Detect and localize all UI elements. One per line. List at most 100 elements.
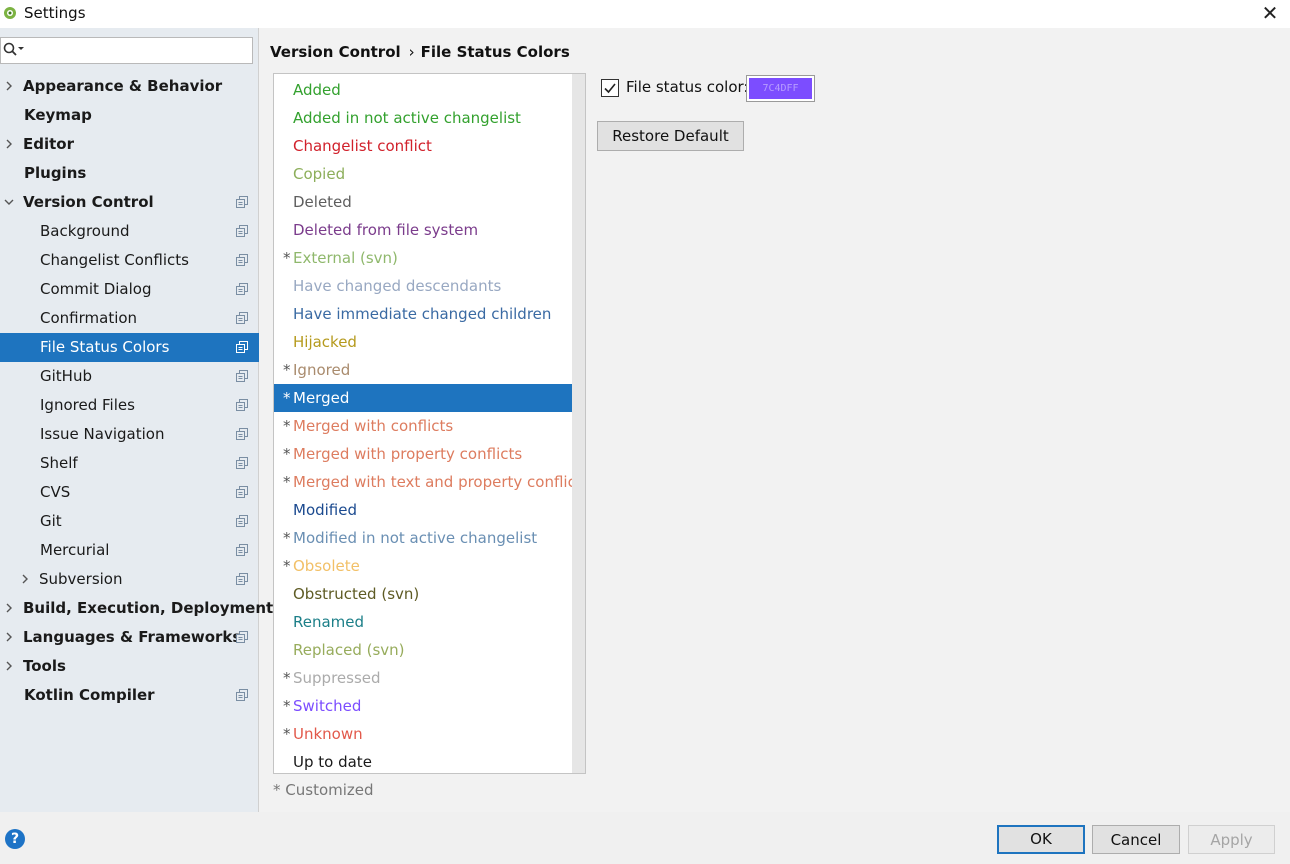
sidebar-item[interactable]: Keymap [0, 101, 259, 130]
status-list-item[interactable]: Deleted from file system [274, 216, 572, 244]
status-list-item[interactable]: Obstructed (svn) [274, 580, 572, 608]
apply-button[interactable]: Apply [1188, 825, 1275, 854]
sidebar-item[interactable]: Changelist Conflicts [0, 246, 259, 275]
sidebar-item[interactable]: File Status Colors [0, 333, 259, 362]
customized-marker: * [283, 697, 291, 715]
status-name: Added [293, 81, 341, 99]
status-list-item[interactable]: Changelist conflict [274, 132, 572, 160]
help-icon[interactable]: ? [5, 829, 25, 849]
sidebar-item[interactable]: Subversion [0, 565, 259, 594]
checkmark-icon [604, 83, 616, 94]
status-name: External (svn) [293, 249, 398, 267]
status-list-item[interactable]: * Merged with property conflicts [274, 440, 572, 468]
sidebar-item-label: GitHub [40, 367, 92, 385]
status-list-item[interactable]: Copied [274, 160, 572, 188]
breadcrumb: Version Control › File Status Colors [270, 43, 570, 61]
project-config-icon [236, 196, 248, 208]
sidebar-item-label: Changelist Conflicts [40, 251, 189, 269]
chevron-right-icon[interactable] [4, 81, 14, 91]
breadcrumb-parent[interactable]: Version Control [270, 43, 401, 61]
chevron-right-icon[interactable] [4, 661, 14, 671]
sidebar-item-label: Confirmation [40, 309, 138, 327]
status-list-item[interactable]: Deleted [274, 188, 572, 216]
customized-marker: * [283, 249, 291, 267]
project-config-icon [236, 544, 248, 556]
status-name: Unknown [293, 725, 363, 743]
file-status-list[interactable]: Added Added in not active changelist Chang… [273, 73, 586, 774]
status-name: Up to date [293, 753, 372, 771]
status-list-item[interactable]: * Switched [274, 692, 572, 720]
sidebar-item-label: Ignored Files [40, 396, 135, 414]
restore-default-button[interactable]: Restore Default [597, 121, 744, 151]
sidebar-item[interactable]: Plugins [0, 159, 259, 188]
sidebar-item[interactable]: GitHub [0, 362, 259, 391]
chevron-right-icon[interactable] [4, 632, 14, 642]
status-list-item[interactable]: * Suppressed [274, 664, 572, 692]
chevron-right-icon[interactable] [4, 603, 14, 613]
sidebar-item[interactable]: CVS [0, 478, 259, 507]
sidebar-item[interactable]: Appearance & Behavior [0, 72, 259, 101]
sidebar-item-label: Tools [23, 657, 66, 675]
status-name: Have immediate changed children [293, 305, 552, 323]
color-hex-value: 7C4DFF [749, 78, 812, 99]
sidebar-item[interactable]: Mercurial [0, 536, 259, 565]
sidebar-item-label: Editor [23, 135, 74, 153]
sidebar-item[interactable]: Git [0, 507, 259, 536]
search-icon [3, 42, 24, 56]
status-list-item[interactable]: Added in not active changelist [274, 104, 572, 132]
status-list-item[interactable]: Modified [274, 496, 572, 524]
color-picker-button[interactable]: 7C4DFF [746, 75, 815, 102]
status-list-item[interactable]: * Modified in not active changelist [274, 524, 572, 552]
status-list-item[interactable]: Replaced (svn) [274, 636, 572, 664]
status-list-item[interactable]: Have immediate changed children [274, 300, 572, 328]
chevron-down-icon[interactable] [4, 197, 14, 207]
sidebar-item[interactable]: Languages & Frameworks [0, 623, 259, 652]
sidebar-item-label: Issue Navigation [40, 425, 165, 443]
sidebar-item[interactable]: Shelf [0, 449, 259, 478]
sidebar-item[interactable]: Editor [0, 130, 259, 159]
status-list-item[interactable]: * Ignored [274, 356, 572, 384]
status-name: Merged with conflicts [293, 417, 454, 435]
search-input[interactable] [27, 40, 247, 61]
project-config-icon [236, 428, 248, 440]
sidebar-item-label: CVS [40, 483, 71, 501]
status-list-item[interactable]: Hijacked [274, 328, 572, 356]
cancel-button[interactable]: Cancel [1092, 825, 1180, 854]
status-list-item[interactable]: * Obsolete [274, 552, 572, 580]
sidebar-item[interactable]: Kotlin Compiler [0, 681, 259, 710]
status-name: Copied [293, 165, 346, 183]
file-status-color-checkbox[interactable] [601, 79, 619, 97]
sidebar-item[interactable]: Issue Navigation [0, 420, 259, 449]
status-list-item[interactable]: Have changed descendants [274, 272, 572, 300]
sidebar-item[interactable]: Ignored Files [0, 391, 259, 420]
project-config-icon [236, 312, 248, 324]
close-icon[interactable]: ✕ [1258, 2, 1282, 26]
sidebar-item[interactable]: Confirmation [0, 304, 259, 333]
status-list-item[interactable]: Up to date [274, 748, 572, 773]
sidebar-item-label: Version Control [23, 193, 154, 211]
status-name: Suppressed [293, 669, 381, 687]
status-list-item[interactable]: * External (svn) [274, 244, 572, 272]
status-list-item[interactable]: Added [274, 76, 572, 104]
project-config-icon [236, 283, 248, 295]
title-bar: Settings ✕ [0, 0, 1290, 28]
sidebar-item[interactable]: Version Control [0, 188, 259, 217]
status-name: Merged [293, 389, 350, 407]
status-list-item[interactable]: * Unknown [274, 720, 572, 748]
sidebar-item[interactable]: Tools [0, 652, 259, 681]
status-name: Switched [293, 697, 362, 715]
status-list-item[interactable]: * Merged [274, 384, 572, 412]
sidebar-item[interactable]: Commit Dialog [0, 275, 259, 304]
chevron-right-icon[interactable] [20, 574, 30, 584]
ok-button[interactable]: OK [997, 825, 1085, 854]
status-name: Hijacked [293, 333, 357, 351]
sidebar-item[interactable]: Background [0, 217, 259, 246]
sidebar-item[interactable]: Build, Execution, Deployment [0, 594, 273, 623]
status-list-item[interactable]: Renamed [274, 608, 572, 636]
list-scrollbar[interactable] [572, 74, 585, 773]
status-list-item[interactable]: * Merged with text and property conflicts [274, 468, 585, 496]
search-field[interactable] [0, 37, 253, 64]
chevron-right-icon[interactable] [4, 139, 14, 149]
status-name: Modified [293, 501, 358, 519]
status-list-item[interactable]: * Merged with conflicts [274, 412, 572, 440]
